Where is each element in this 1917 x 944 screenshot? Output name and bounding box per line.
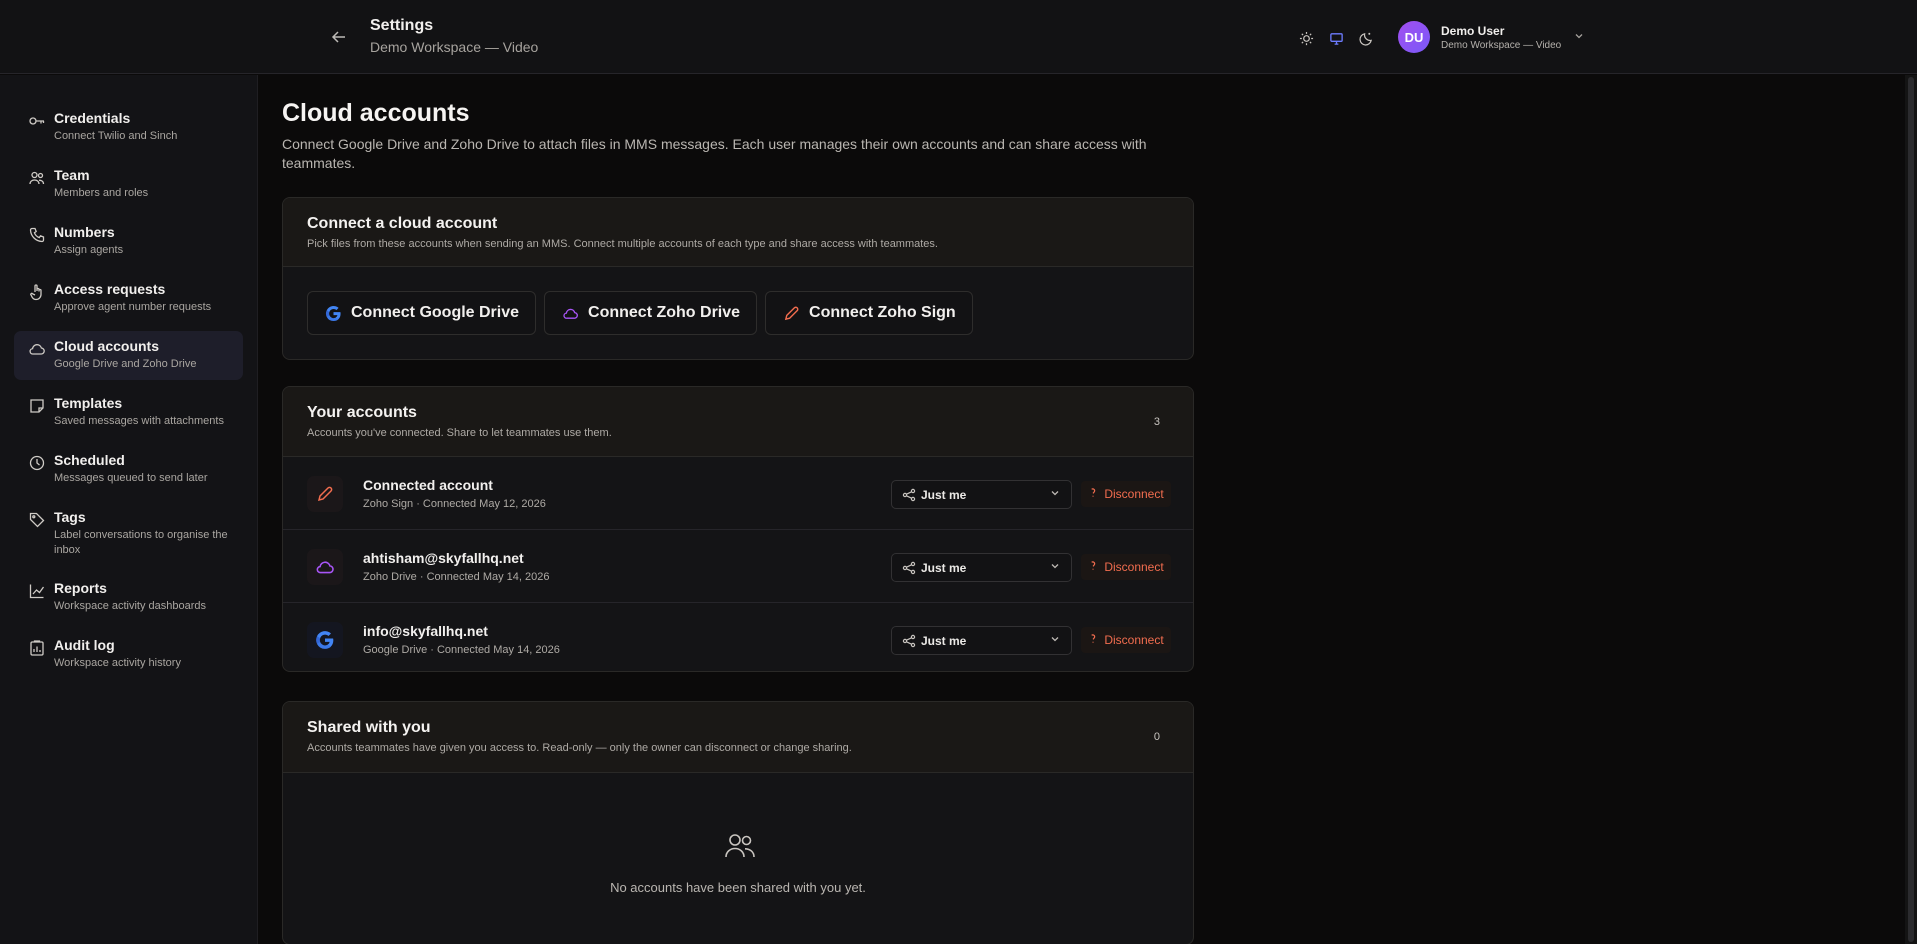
share-select[interactable]: Just me: [891, 626, 1072, 655]
google-icon: [324, 304, 342, 322]
sidebar-item-templates[interactable]: Templates Saved messages with attachment…: [14, 388, 243, 437]
users-icon: [724, 831, 756, 859]
sun-icon[interactable]: [1296, 28, 1316, 48]
connect-zoho-drive-button[interactable]: Connect Zoho Drive: [544, 291, 758, 335]
moon-icon[interactable]: [1356, 28, 1376, 48]
unlink-icon: [1088, 633, 1099, 647]
chevron-down-icon: [1049, 487, 1061, 502]
connect-zoho-sign-button[interactable]: Connect Zoho Sign: [765, 291, 973, 335]
clipboard-chart-icon: [28, 639, 46, 657]
user-name: Demo User: [1441, 23, 1505, 38]
top-bar: Settings Demo Workspace — Video DU Demo …: [0, 0, 1917, 74]
share-icon: [902, 634, 916, 648]
sidebar-item-credentials[interactable]: Credentials Connect Twilio and Sinch: [14, 103, 243, 152]
workspace-subtitle: Demo Workspace — Video: [370, 39, 539, 55]
account-name: info@skyfallhq.net: [363, 623, 488, 639]
account-name: Connected account: [363, 477, 493, 493]
tag-icon: [28, 511, 46, 529]
empty-state: No accounts have been shared with you ye…: [283, 773, 1193, 944]
page-description: Connect Google Drive and Zoho Drive to a…: [282, 136, 1147, 171]
pen-icon: [307, 476, 343, 512]
settings-sidebar: Credentials Connect Twilio and Sinch Tea…: [0, 75, 258, 944]
disconnect-button[interactable]: Disconnect: [1081, 481, 1171, 507]
card-title: Your accounts: [307, 404, 417, 421]
share-icon: [902, 561, 916, 575]
your-accounts-card: Your accounts Accounts you've connected.…: [282, 386, 1194, 672]
share-icon: [902, 488, 916, 502]
chevron-down-icon: [1573, 30, 1585, 45]
monitor-icon[interactable]: [1326, 28, 1346, 48]
card-description: Accounts teammates have given you access…: [307, 742, 852, 754]
shared-count: 0: [1153, 731, 1160, 743]
sidebar-item-numbers[interactable]: Numbers Assign agents: [14, 217, 243, 266]
card-description: Accounts you've connected. Share to let …: [307, 427, 612, 439]
hand-pointer-icon: [28, 283, 46, 301]
card-title: Shared with you: [307, 719, 431, 736]
cloud-icon: [28, 340, 46, 358]
share-select[interactable]: Just me: [891, 480, 1072, 509]
disconnect-button[interactable]: Disconnect: [1081, 554, 1171, 580]
sidebar-item-reports[interactable]: Reports Workspace activity dashboards: [14, 573, 243, 622]
chevron-down-icon: [1049, 633, 1061, 648]
account-count: 3: [1153, 416, 1160, 428]
empty-message: No accounts have been shared with you ye…: [610, 880, 866, 895]
main-content: Cloud accounts Connect Google Drive and …: [259, 75, 1905, 944]
avatar: DU: [1398, 21, 1430, 53]
page-scrollbar[interactable]: [1905, 75, 1917, 944]
google-icon: [307, 622, 343, 658]
phone-icon: [28, 226, 46, 244]
account-meta: Zoho Drive · Connected May 14, 2026: [363, 571, 550, 583]
sidebar-item-cloud-accounts[interactable]: Cloud accounts Google Drive and Zoho Dri…: [14, 331, 243, 380]
cloud-icon: [561, 304, 579, 322]
user-menu[interactable]: DU Demo User Demo Workspace — Video: [1398, 21, 1585, 53]
line-chart-icon: [28, 582, 46, 600]
page-heading: Settings: [370, 17, 434, 34]
sticky-note-icon: [28, 397, 46, 415]
sidebar-item-audit-log[interactable]: Audit log Workspace activity history: [14, 630, 243, 679]
share-select[interactable]: Just me: [891, 553, 1072, 582]
scrollbar-thumb[interactable]: [1908, 77, 1914, 942]
table-row: info@skyfallhq.net Google Drive · Connec…: [283, 603, 1193, 671]
shared-with-you-card: Shared with you Accounts teammates have …: [282, 701, 1194, 944]
pen-icon: [782, 304, 800, 322]
card-description: Pick files from these accounts when send…: [307, 238, 938, 250]
unlink-icon: [1088, 487, 1099, 501]
card-title: Connect a cloud account: [307, 215, 498, 232]
account-meta: Zoho Sign · Connected May 12, 2026: [363, 498, 546, 510]
sidebar-item-tags[interactable]: Tags Label conversations to organise the…: [14, 502, 243, 565]
sidebar-item-scheduled[interactable]: Scheduled Messages queued to send later: [14, 445, 243, 494]
back-arrow-icon[interactable]: [326, 24, 352, 50]
cloud-icon: [307, 549, 343, 585]
unlink-icon: [1088, 560, 1099, 574]
table-row: ahtisham@skyfallhq.net Zoho Drive · Conn…: [283, 530, 1193, 603]
theme-switcher: [1296, 28, 1376, 48]
account-name: ahtisham@skyfallhq.net: [363, 550, 524, 566]
clock-icon: [28, 454, 46, 472]
sidebar-item-team[interactable]: Team Members and roles: [14, 160, 243, 209]
connect-cloud-account-card: Connect a cloud account Pick files from …: [282, 197, 1194, 360]
users-icon: [28, 169, 46, 187]
user-workspace: Demo Workspace — Video: [1441, 39, 1562, 51]
table-row: Connected account Zoho Sign · Connected …: [283, 457, 1193, 530]
key-icon: [28, 112, 46, 130]
sidebar-item-access-requests[interactable]: Access requests Approve agent number req…: [14, 274, 243, 323]
account-meta: Google Drive · Connected May 14, 2026: [363, 644, 560, 656]
disconnect-button[interactable]: Disconnect: [1081, 627, 1171, 653]
connect-google-drive-button[interactable]: Connect Google Drive: [307, 291, 537, 335]
chevron-down-icon: [1049, 560, 1061, 575]
page-title: Cloud accounts: [282, 99, 470, 127]
